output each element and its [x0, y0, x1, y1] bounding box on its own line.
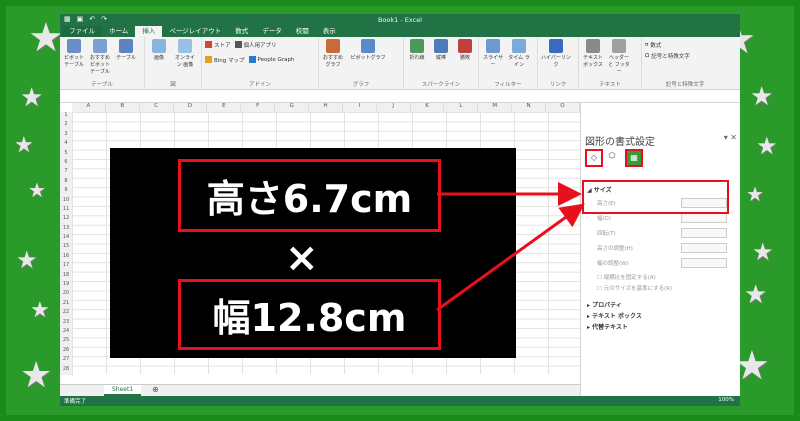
- annotation-arrows: [436, 182, 585, 312]
- arrow-to-width: [436, 203, 585, 312]
